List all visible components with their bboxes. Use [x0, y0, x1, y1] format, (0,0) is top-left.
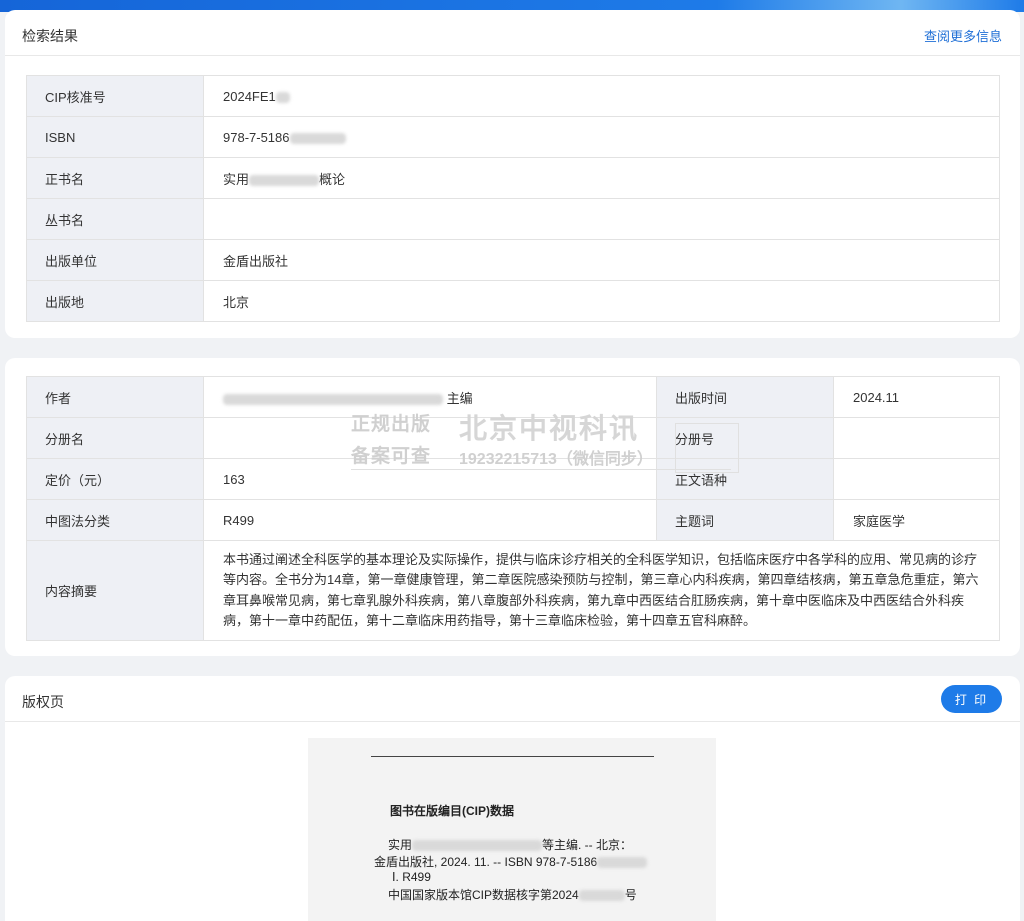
language-label: 正文语种: [656, 458, 834, 500]
table-row: 定价（元） 163 正文语种: [26, 458, 1000, 500]
table-row: 中图法分类 R499 主题词 家庭医学: [26, 499, 1000, 541]
volume-name-label: 分册名: [26, 417, 204, 459]
clc-label: 中图法分类: [26, 499, 204, 541]
cip-line: 实用 等主编. -- 北京：: [388, 838, 633, 852]
subject-value: 家庭医学: [833, 499, 1000, 541]
details-card: 作者 主编 出版时间 2024.11 分册名 分册号 定价（元） 163 正文语…: [5, 358, 1020, 656]
volume-name-value: [203, 417, 657, 459]
abstract-label: 内容摘要: [26, 540, 204, 641]
basic-info-table: CIP核准号 2024FE1 ISBN 978-7-5186 正书名 实用 概论 …: [26, 75, 1000, 322]
pubdate-value: 2024.11: [833, 376, 1000, 418]
card-title: 检索结果: [22, 28, 78, 44]
series-label: 丛书名: [26, 198, 204, 240]
search-results-card: 检索结果 查阅更多信息 CIP核准号 2024FE1 ISBN 978-7-51…: [5, 10, 1020, 338]
table-row: CIP核准号 2024FE1: [26, 75, 1000, 117]
clc-value: R499: [203, 499, 657, 541]
table-row: 作者 主编 出版时间 2024.11: [26, 376, 1000, 418]
cip-line: 中国国家版本馆CIP数据核字第2024 号: [388, 888, 637, 902]
table-row: 丛书名: [26, 198, 1000, 240]
series-value: [203, 198, 1000, 240]
table-row: ISBN 978-7-5186: [26, 116, 1000, 158]
divider: [371, 756, 654, 757]
table-row: 正书名 实用 概论: [26, 157, 1000, 199]
isbn-value: 978-7-5186: [203, 116, 1000, 158]
author-value: 主编: [203, 376, 657, 418]
table-row: 出版地 北京: [26, 280, 1000, 322]
place-label: 出版地: [26, 280, 204, 322]
cip-line: 金盾出版社, 2024. 11. -- ISBN 978-7-5186: [374, 853, 648, 870]
price-label: 定价（元）: [26, 458, 204, 500]
title-value: 实用 概论: [203, 157, 1000, 199]
cip-data-sheet: 图书在版编目(CIP)数据 实用 等主编. -- 北京： 金盾出版社, 2024.…: [308, 738, 716, 921]
card-header: 检索结果 查阅更多信息: [5, 10, 1020, 56]
publisher-value: 金盾出版社: [203, 239, 1000, 281]
place-value: 北京: [203, 280, 1000, 322]
author-label: 作者: [26, 376, 204, 418]
cip-line: Ⅰ. R499: [392, 870, 431, 884]
copyright-card: 版权页 打 印 图书在版编目(CIP)数据 实用 等主编. -- 北京： 金盾出版…: [5, 676, 1020, 921]
pubdate-label: 出版时间: [656, 376, 834, 418]
card-title: 版权页: [22, 694, 64, 710]
table-row: 出版单位 金盾出版社: [26, 239, 1000, 281]
details-table: 作者 主编 出版时间 2024.11 分册名 分册号 定价（元） 163 正文语…: [26, 376, 1000, 641]
isbn-label: ISBN: [26, 116, 204, 158]
table-row: 内容摘要 本书通过阐述全科医学的基本理论及实际操作，提供与临床诊疗相关的全科医学…: [26, 540, 1000, 641]
volume-number-label: 分册号: [656, 417, 834, 459]
card-header: 版权页 打 印: [5, 676, 1020, 722]
subject-label: 主题词: [656, 499, 834, 541]
abstract-value: 本书通过阐述全科医学的基本理论及实际操作，提供与临床诊疗相关的全科医学知识，包括…: [203, 540, 1000, 641]
title-label: 正书名: [26, 157, 204, 199]
publisher-label: 出版单位: [26, 239, 204, 281]
cip-title: 图书在版编目(CIP)数据: [390, 804, 514, 818]
table-row: 分册名 分册号: [26, 417, 1000, 459]
price-value: 163: [203, 458, 657, 500]
more-info-link[interactable]: 查阅更多信息: [924, 26, 1002, 45]
print-button[interactable]: 打 印: [941, 685, 1002, 713]
language-value: [833, 458, 1000, 500]
cip-number-label: CIP核准号: [26, 75, 204, 117]
volume-number-value: [833, 417, 1000, 459]
cip-number-value: 2024FE1: [203, 75, 1000, 117]
